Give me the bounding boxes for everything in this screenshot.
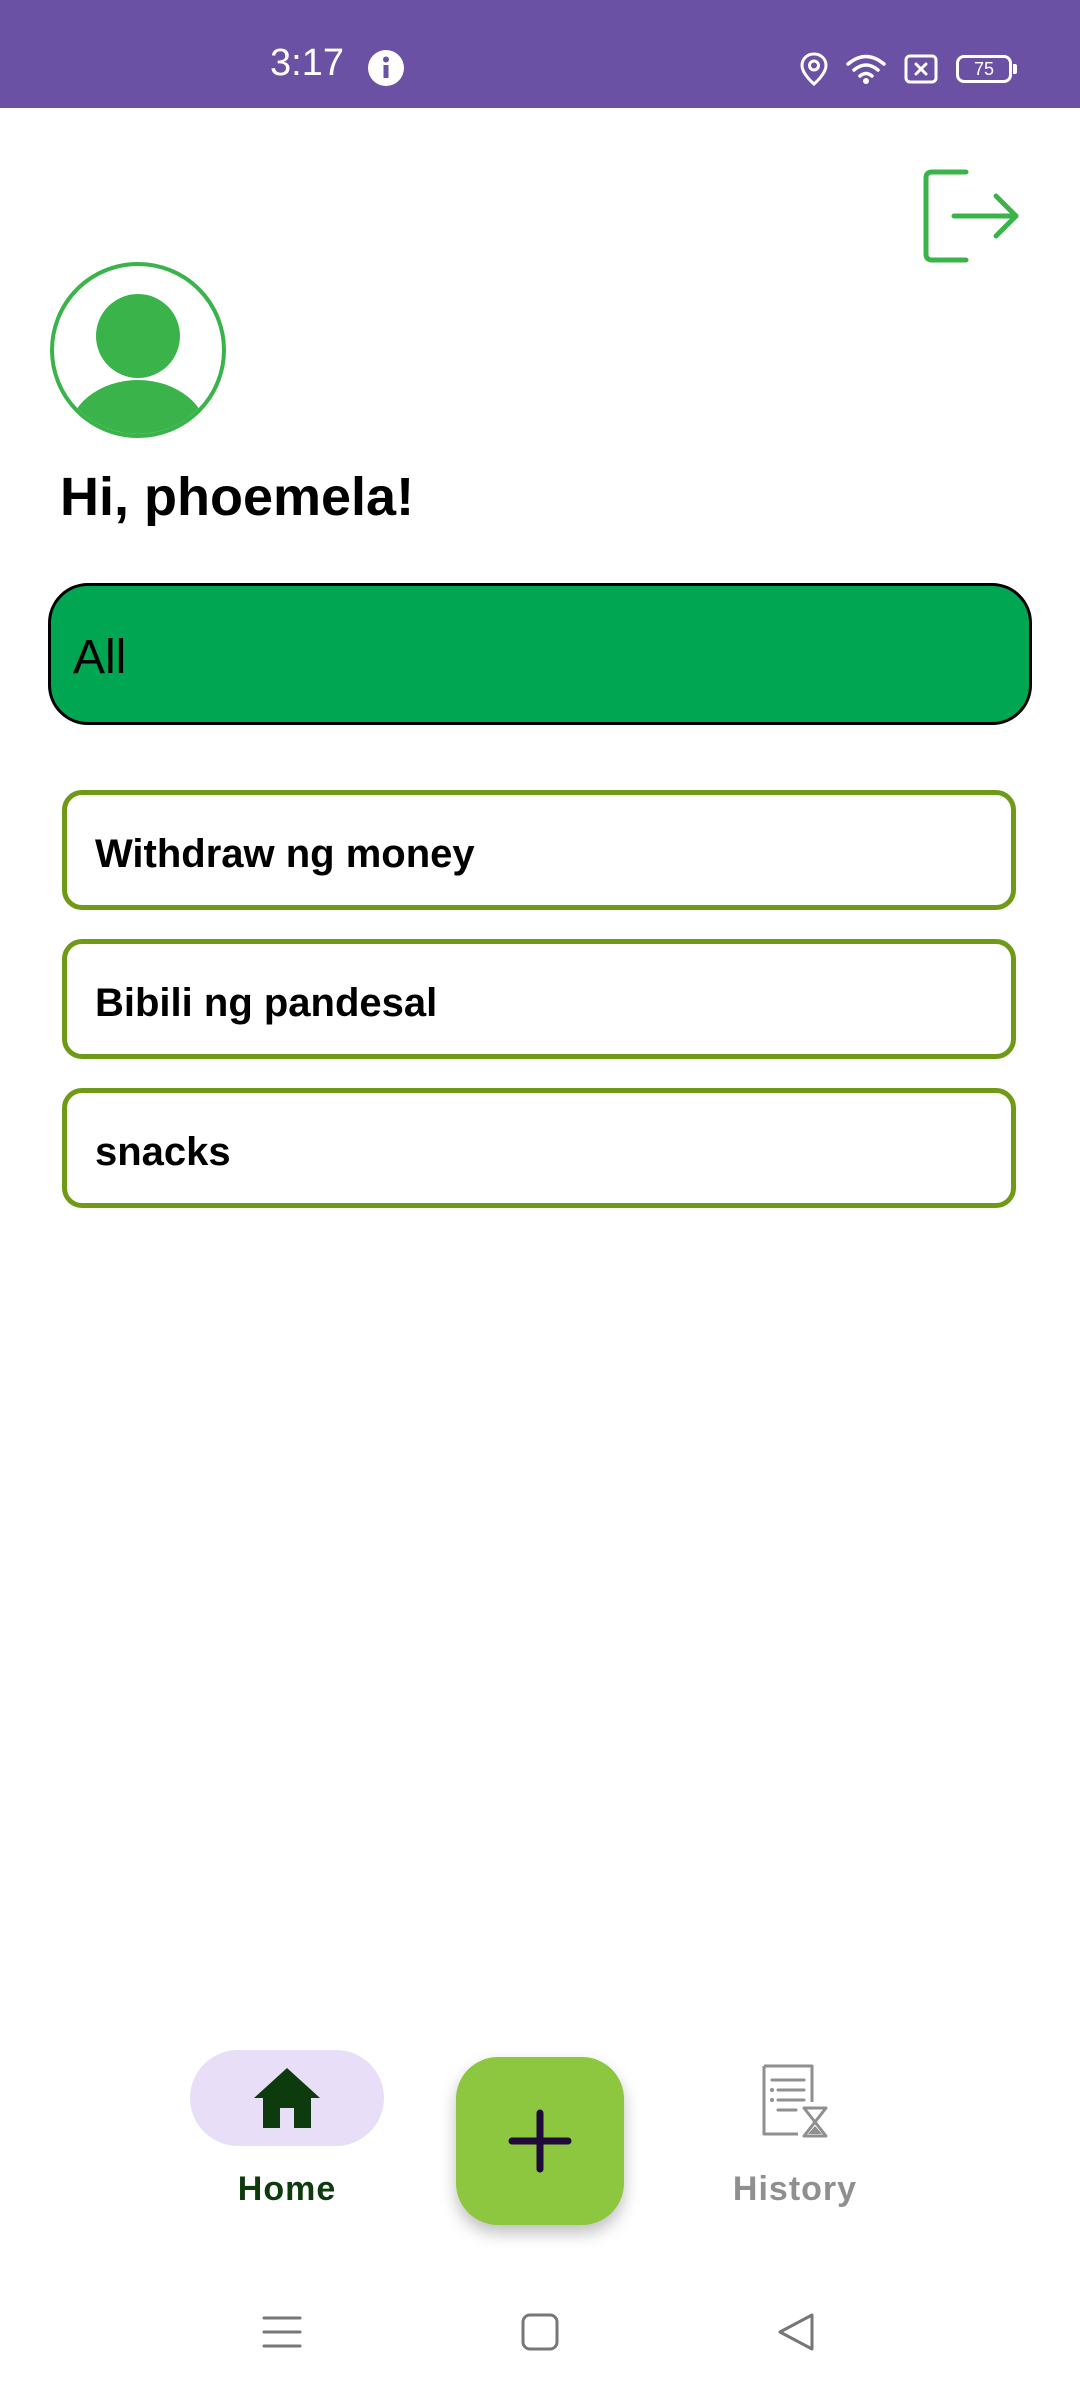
status-icons: 75 xyxy=(800,50,1017,88)
battery-icon: 75 xyxy=(956,55,1017,83)
plus-icon xyxy=(508,2109,572,2173)
nav-home-tab[interactable]: Home xyxy=(190,2050,384,2230)
status-time: 3:17 xyxy=(270,42,344,84)
home-icon xyxy=(254,2068,320,2128)
avatar xyxy=(50,262,226,438)
task-label: Bibili ng pandesal xyxy=(95,981,438,1025)
task-item[interactable]: snacks xyxy=(62,1088,1016,1208)
task-item[interactable]: Withdraw ng money xyxy=(62,790,1016,910)
info-icon xyxy=(368,50,404,86)
location-icon xyxy=(800,52,828,86)
greeting-title: Hi, phoemela! xyxy=(60,467,415,527)
history-icon xyxy=(762,2064,828,2138)
task-label: snacks xyxy=(95,1130,231,1174)
filter-dropdown[interactable]: All xyxy=(48,583,1032,725)
nav-home-label: Home xyxy=(237,2170,337,2208)
nav-history-tab[interactable]: History xyxy=(700,2050,890,2230)
home-screen: 3:17 75 Hi, phoemela! All Withdraw ng mo… xyxy=(0,0,1080,2400)
filter-selected-value: All xyxy=(73,631,127,684)
logout-icon[interactable] xyxy=(918,166,1024,266)
user-icon xyxy=(68,294,208,434)
add-task-button[interactable] xyxy=(456,2057,624,2225)
nav-history-label: History xyxy=(732,2170,858,2208)
system-home-icon[interactable] xyxy=(520,2312,560,2352)
status-bar: 3:17 75 xyxy=(0,0,1080,108)
back-icon[interactable] xyxy=(776,2312,816,2352)
wifi-icon xyxy=(846,54,886,84)
no-sim-icon xyxy=(904,54,938,84)
recent-apps-icon[interactable] xyxy=(262,2312,302,2352)
task-item[interactable]: Bibili ng pandesal xyxy=(62,939,1016,1059)
task-label: Withdraw ng money xyxy=(95,832,475,876)
